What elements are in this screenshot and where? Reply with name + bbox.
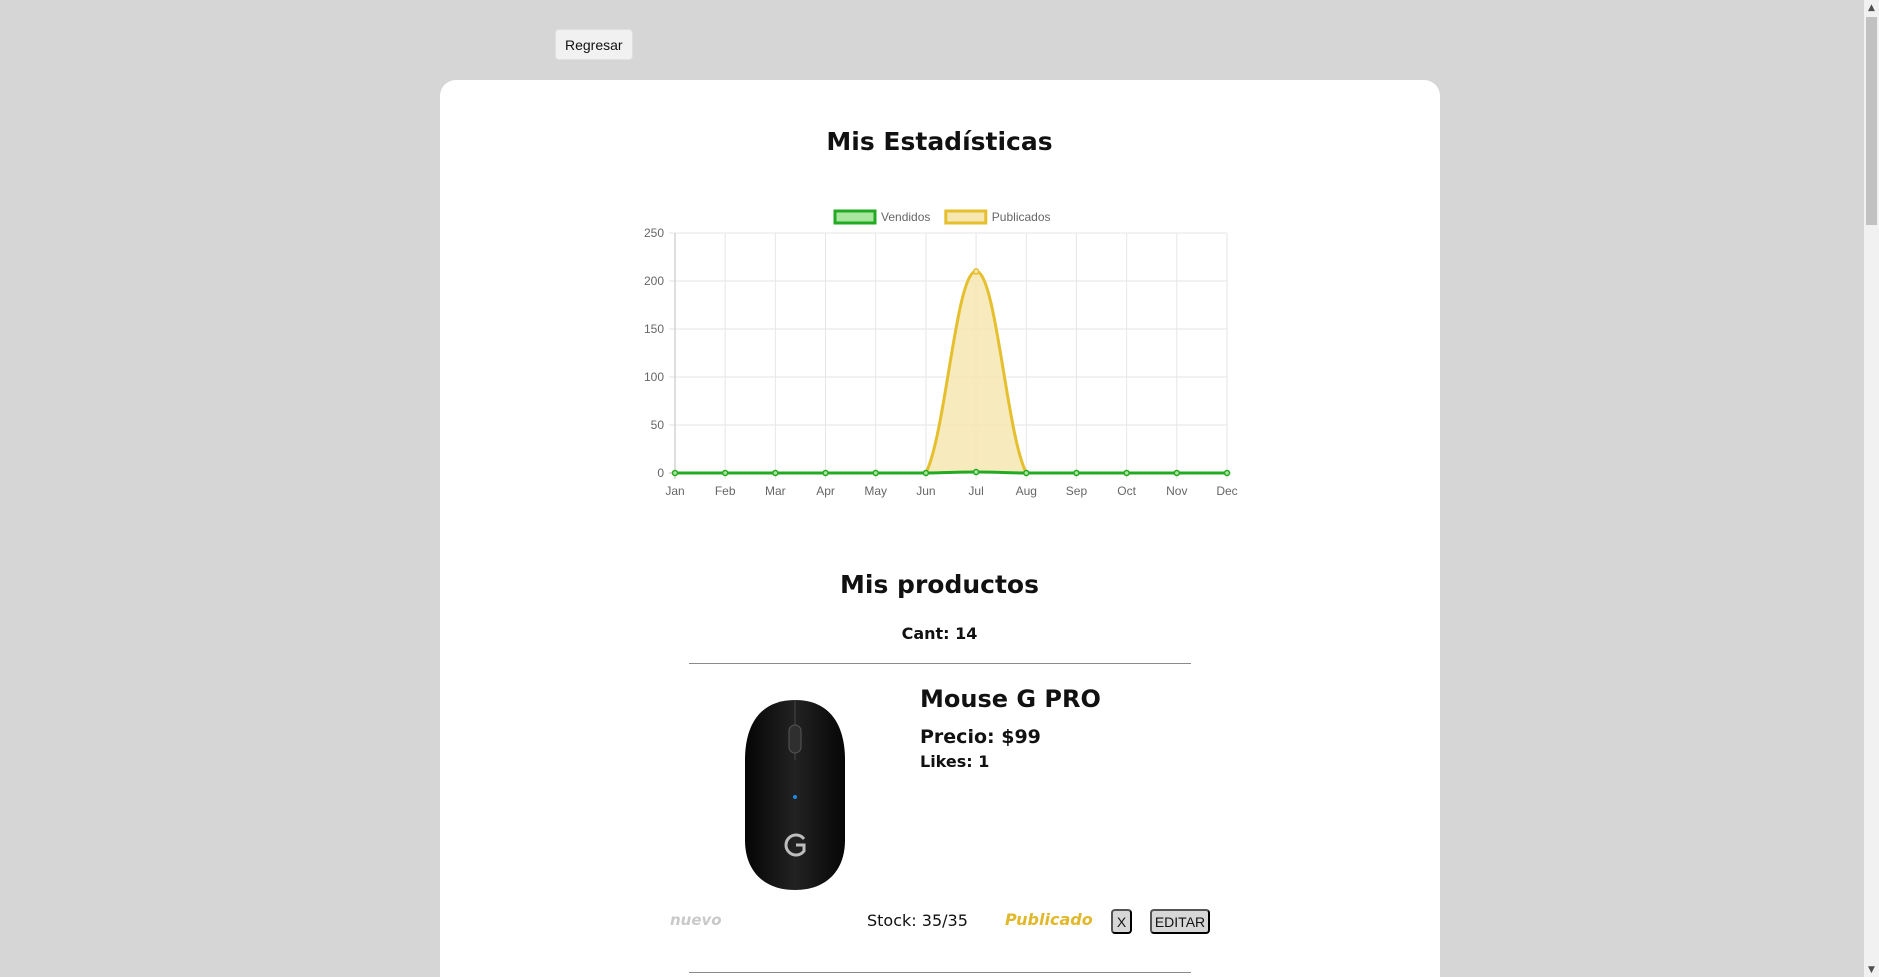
x-tick-label: Apr	[816, 484, 835, 498]
legend-label-publicados: Publicados	[992, 210, 1051, 224]
x-tick-label: Sep	[1066, 484, 1088, 498]
data-point-vendidos	[872, 469, 879, 477]
x-tick-label: Oct	[1117, 484, 1136, 498]
data-point-vendidos	[1223, 469, 1231, 477]
scroll-up-arrow-icon[interactable]: ▲	[1864, 0, 1879, 15]
legend-swatch-vendidos	[833, 209, 877, 225]
scroll-thumb[interactable]	[1866, 17, 1877, 225]
product-status: Publicado	[1005, 910, 1093, 929]
data-point-vendidos	[1123, 469, 1130, 477]
data-point-vendidos	[1173, 469, 1181, 477]
divider-bottom	[689, 972, 1191, 973]
legend-swatch-publicados	[944, 209, 988, 225]
y-tick-label: 250	[644, 226, 664, 240]
legend-label-vendidos: Vendidos	[881, 210, 930, 224]
product-image	[720, 690, 870, 896]
back-button[interactable]: Regresar	[555, 29, 633, 60]
product-stock: Stock: 35/35	[867, 911, 968, 930]
product-likes: Likes: 1	[920, 752, 990, 771]
data-point-publicados	[972, 268, 980, 275]
stats-chart-svg: 0 50 100 150 200 250 Jan Feb Mar Apr May Jun Jul Aug S…	[644, 209, 1238, 498]
vertical-scrollbar[interactable]: ▲ ▼	[1864, 0, 1879, 977]
x-tick-label: May	[864, 484, 887, 498]
data-point-vendidos	[671, 469, 679, 477]
y-tick-label: 0	[657, 466, 664, 480]
page: Regresar Mis Estadísticas 0 50 100 150 200 25…	[0, 0, 1879, 977]
x-tick-label: Feb	[715, 484, 736, 498]
x-tick-label: Jan	[665, 484, 684, 498]
scroll-down-arrow-icon[interactable]: ▼	[1864, 962, 1879, 977]
delete-product-button[interactable]: X	[1111, 909, 1132, 934]
edit-product-button[interactable]: EDITAR	[1150, 909, 1210, 934]
data-point-vendidos	[1023, 469, 1030, 477]
y-tick-label: 50	[651, 418, 665, 432]
x-tick-label: Jul	[968, 484, 983, 498]
series-area-publicados	[675, 271, 1227, 473]
stats-chart: 0 50 100 150 200 250 Jan Feb Mar Apr May Jun Jul Aug S…	[620, 200, 1260, 510]
x-tick-label: Nov	[1166, 484, 1187, 498]
product-price: Precio: $99	[920, 726, 1041, 748]
divider-top	[689, 663, 1191, 664]
data-point-vendidos	[772, 469, 779, 477]
data-point-vendidos	[721, 469, 729, 477]
data-point-vendidos	[1073, 469, 1080, 477]
product-condition: nuevo	[670, 911, 722, 929]
y-tick-label: 100	[644, 370, 664, 384]
data-point-vendidos	[972, 468, 980, 476]
x-tick-label: Aug	[1016, 484, 1037, 498]
x-tick-label: Dec	[1216, 484, 1237, 498]
y-tick-label: 150	[644, 322, 664, 336]
product-count: Cant: 14	[901, 624, 978, 643]
series-line-vendidos	[675, 470, 1227, 475]
products-title: Mis productos	[840, 570, 1039, 599]
data-point-vendidos	[822, 469, 829, 477]
x-tick-label: Jun	[916, 484, 935, 498]
y-tick-label: 200	[644, 274, 664, 288]
data-point-vendidos	[922, 469, 930, 477]
x-tick-label: Mar	[765, 484, 786, 498]
mouse-image-icon	[745, 700, 845, 890]
product-name: Mouse G PRO	[920, 685, 1101, 713]
stats-title: Mis Estadísticas	[826, 127, 1053, 156]
